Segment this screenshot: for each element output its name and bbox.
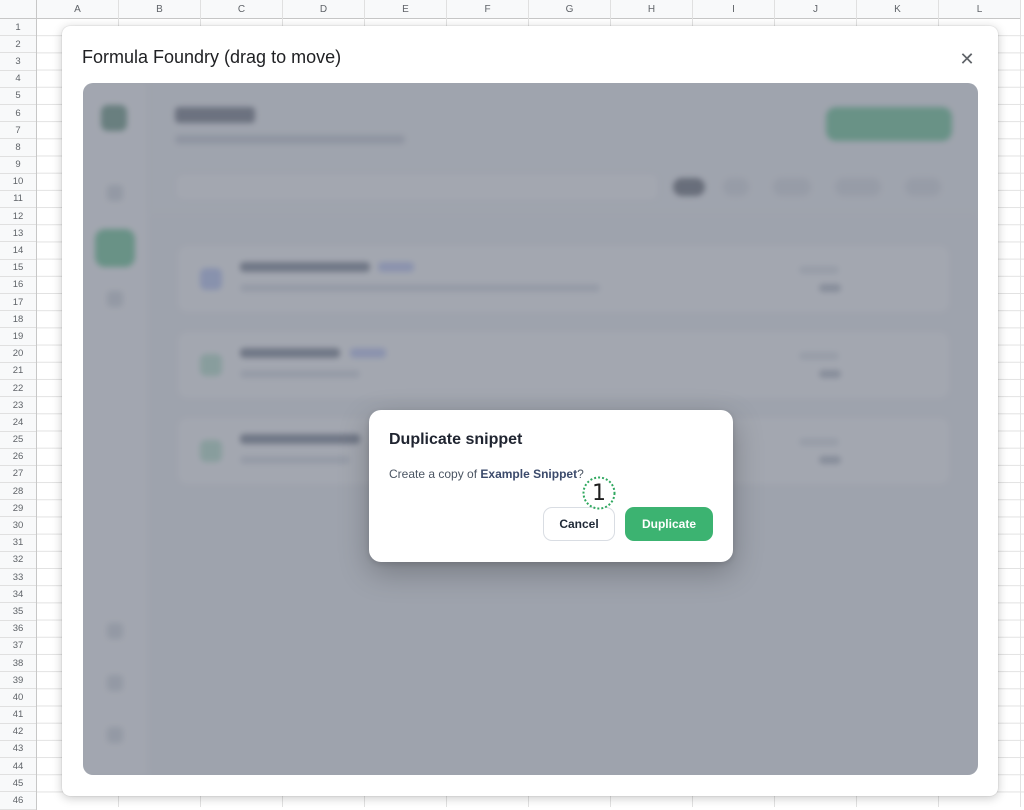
row-header[interactable]: 20 (0, 346, 36, 363)
row-header[interactable]: 19 (0, 328, 36, 346)
row-header[interactable]: 28 (0, 483, 36, 501)
column-header[interactable]: K (857, 0, 939, 19)
row-header[interactable]: 31 (0, 535, 36, 552)
addon-window[interactable]: Formula Foundry (drag to move) ✕ Duplica… (62, 26, 998, 796)
row-header[interactable]: 22 (0, 380, 36, 398)
duplicate-snippet-dialog: Duplicate snippet Create a copy of Examp… (369, 410, 733, 562)
column-header[interactable]: H (611, 0, 693, 19)
row-header[interactable]: 15 (0, 260, 36, 277)
row-header[interactable]: 21 (0, 363, 36, 380)
row-header[interactable]: 4 (0, 71, 36, 88)
row-header[interactable]: 10 (0, 174, 36, 191)
row-header[interactable]: 41 (0, 707, 36, 724)
row-header[interactable]: 1 (0, 19, 36, 37)
row-header[interactable]: 2 (0, 36, 36, 54)
column-header[interactable]: F (447, 0, 529, 19)
row-header[interactable]: 38 (0, 655, 36, 673)
column-header[interactable]: C (201, 0, 283, 19)
dialog-message: Create a copy of Example Snippet? (389, 467, 584, 481)
duplicate-button[interactable]: Duplicate (625, 507, 713, 541)
row-headers: 1 2 3 4 5 6 7 8 9 10 11 12 13 14 15 16 17 18 19 20 21 22 23 24 2… (0, 19, 37, 810)
column-headers: ABCDEFGHIJKL (37, 0, 1021, 19)
row-header[interactable]: 11 (0, 191, 36, 209)
row-header[interactable]: 17 (0, 294, 36, 312)
row-header[interactable]: 23 (0, 397, 36, 415)
row-header[interactable]: 6 (0, 105, 36, 123)
cancel-button[interactable]: Cancel (543, 507, 615, 541)
row-header[interactable]: 25 (0, 432, 36, 449)
column-header[interactable]: J (775, 0, 857, 19)
row-header[interactable]: 39 (0, 672, 36, 690)
row-header[interactable]: 40 (0, 689, 36, 707)
row-header[interactable]: 45 (0, 775, 36, 793)
column-header[interactable]: I (693, 0, 775, 19)
row-header[interactable]: 34 (0, 586, 36, 604)
row-header[interactable]: 27 (0, 466, 36, 484)
column-header[interactable]: B (119, 0, 201, 19)
row-header[interactable]: 36 (0, 621, 36, 638)
row-header[interactable]: 16 (0, 277, 36, 294)
step-marker-label: 1 (592, 480, 606, 506)
dialog-message-prefix: Create a copy of (389, 467, 481, 481)
column-header[interactable]: A (37, 0, 119, 19)
window-title[interactable]: Formula Foundry (drag to move) (82, 47, 341, 68)
row-header[interactable]: 46 (0, 792, 36, 810)
step-marker: 1 (581, 475, 617, 511)
column-header[interactable]: D (283, 0, 365, 19)
row-header[interactable]: 18 (0, 311, 36, 329)
column-header[interactable]: E (365, 0, 447, 19)
row-header[interactable]: 30 (0, 517, 36, 535)
row-header[interactable]: 3 (0, 53, 36, 71)
dialog-title: Duplicate snippet (389, 431, 523, 448)
row-header[interactable]: 5 (0, 88, 36, 105)
snippet-name: Example Snippet (480, 467, 578, 481)
select-all-corner[interactable] (0, 0, 37, 19)
row-header[interactable]: 13 (0, 225, 36, 243)
app-frame: Duplicate snippet Create a copy of Examp… (83, 83, 978, 775)
row-header[interactable]: 8 (0, 139, 36, 157)
row-header[interactable]: 32 (0, 552, 36, 569)
row-header[interactable]: 26 (0, 449, 36, 466)
row-header[interactable]: 9 (0, 157, 36, 174)
row-header[interactable]: 37 (0, 638, 36, 655)
row-header[interactable]: 35 (0, 603, 36, 621)
column-header[interactable]: L (939, 0, 1021, 19)
row-header[interactable]: 33 (0, 569, 36, 587)
column-header[interactable]: G (529, 0, 611, 19)
row-header[interactable]: 42 (0, 724, 36, 741)
row-header[interactable]: 29 (0, 500, 36, 518)
row-header[interactable]: 7 (0, 122, 36, 140)
row-header[interactable]: 24 (0, 414, 36, 432)
row-header[interactable]: 14 (0, 242, 36, 260)
row-header[interactable]: 43 (0, 741, 36, 759)
row-header[interactable]: 12 (0, 208, 36, 226)
close-icon[interactable]: ✕ (956, 48, 978, 70)
row-header[interactable]: 44 (0, 758, 36, 776)
